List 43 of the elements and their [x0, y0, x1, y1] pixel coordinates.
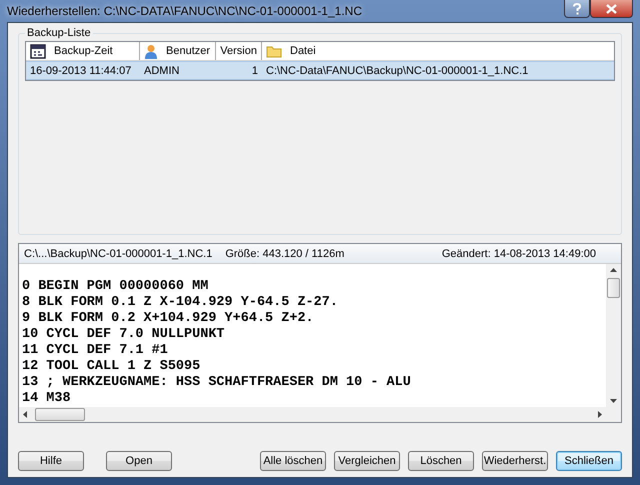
column-header[interactable]: Version — [216, 42, 262, 60]
code-line: 11 CYCL DEF 7.1 #1 — [22, 343, 169, 359]
dialog-button[interactable]: Wiederherst. — [482, 451, 548, 471]
code-line: 12 TOOL CALL 1 Z S5095 — [22, 359, 202, 375]
scroll-up-icon[interactable] — [610, 268, 617, 272]
close-button[interactable] — [590, 0, 633, 18]
column-header[interactable]: Backup-Zeit — [26, 42, 140, 60]
calendar-icon — [30, 44, 46, 58]
table-cell-text: 1 — [250, 64, 259, 76]
vertical-scrollbar[interactable] — [606, 264, 621, 407]
group-title: Backup-Liste — [26, 27, 92, 39]
code-line: 13 ; WERKZEUGNAME: HSS SCHAFTFRAESER DM 10 - ALU — [22, 375, 412, 391]
table-cell-text: C:\NC-Data\FANUC\Backup\NC-01-000001-1_1.NC.1 — [265, 64, 530, 76]
close-icon — [606, 4, 617, 14]
table-cell-text: ADMIN — [143, 64, 180, 76]
help-button[interactable] — [564, 0, 590, 18]
dialog-button[interactable]: Schließen — [556, 451, 622, 471]
scroll-thumb[interactable] — [35, 408, 85, 421]
scroll-right-icon[interactable] — [598, 411, 602, 418]
modified-date: Geändert: 14-08-2013 14:49:00 — [442, 248, 596, 260]
code-line: 0 BEGIN PGM 00000060 MM — [22, 279, 210, 295]
column-header[interactable]: Benutzer — [140, 42, 216, 60]
code-line: 8 BLK FORM 0.1 Z X-104.929 Y-64.5 Z-27. — [22, 295, 339, 311]
list-row[interactable]: 16-09-2013 11:44:07 ADMIN 1 C:\NC-Data\FANUC\Backup\NC-01-000001-1_1.NC.1 — [26, 61, 614, 80]
file-path: C:\...\Backup\NC-01-000001-1_1.NC.1 — [24, 248, 212, 260]
dialog-button[interactable]: Vergleichen — [334, 451, 400, 471]
code-line: 10 CYCL DEF 7.0 NULLPUNKT — [22, 327, 226, 343]
code-line: 9 BLK FORM 0.2 X+104.929 Y+64.5 Z+2. — [22, 311, 315, 327]
scroll-left-icon[interactable] — [23, 411, 27, 418]
column-header[interactable]: Datei — [262, 42, 614, 60]
help-icon — [572, 2, 582, 14]
folder-icon — [266, 44, 282, 58]
scroll-down-icon[interactable] — [610, 399, 617, 403]
code-line: 14 M38 — [22, 391, 72, 407]
dialog-button[interactable]: Löschen — [408, 451, 474, 471]
table-cell-text: 16-09-2013 11:44:07 — [29, 64, 132, 76]
window-title: Wiederherstellen: C:\NC-DATA\FANUC\NC\NC-01-000001-1_1.NC — [7, 4, 363, 18]
dialog-button[interactable]: Open — [106, 451, 172, 471]
dialog-button[interactable]: Alle löschen — [260, 451, 326, 471]
user-icon — [144, 44, 158, 58]
file-size: Größe: 443.120 / 1126m — [225, 248, 344, 260]
scroll-thumb[interactable] — [607, 278, 620, 298]
dialog-button[interactable]: Hilfe — [18, 451, 84, 471]
